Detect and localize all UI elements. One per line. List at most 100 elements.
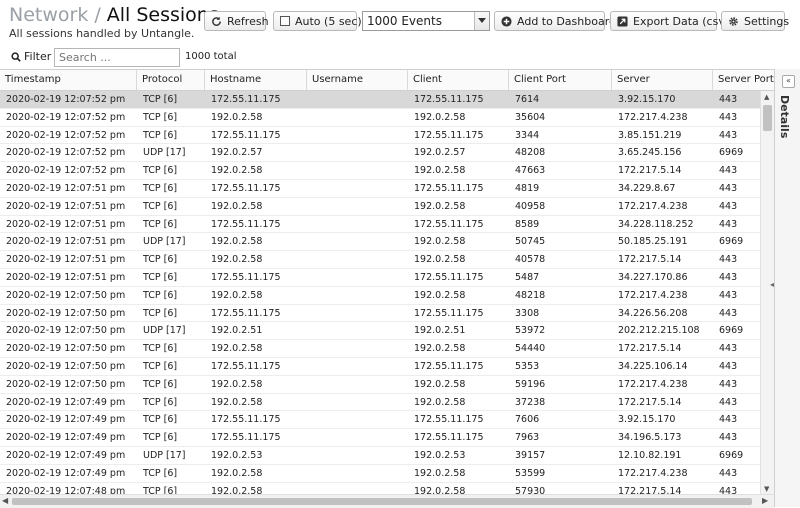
cell-client-port: 40958	[515, 200, 546, 212]
cell-timestamp: 2020-02-19 12:07:51 pm	[6, 236, 126, 248]
export-icon	[617, 15, 628, 27]
cell-hostname: 192.0.2.58	[211, 236, 263, 248]
cell-protocol: UDP [17]	[143, 325, 186, 337]
auto-refresh-label: Auto (5 sec)	[295, 14, 362, 28]
settings-button-label: Settings	[744, 14, 790, 28]
cell-timestamp: 2020-02-19 12:07:49 pm	[6, 432, 126, 444]
breadcrumb-network-link[interactable]: Network	[9, 4, 88, 26]
cell-server: 172.217.5.14	[618, 165, 682, 177]
cell-server: 50.185.25.191	[618, 236, 688, 248]
cell-username	[307, 465, 408, 482]
refresh-button-label: Refresh	[227, 14, 269, 28]
add-to-dashboard-button[interactable]: Add to Dashboard	[494, 11, 616, 31]
cell-hostname: 172.55.11.175	[211, 432, 281, 444]
chevron-down-icon[interactable]	[474, 12, 489, 30]
details-panel-title: Details	[778, 95, 791, 139]
cell-username	[307, 447, 408, 464]
scroll-right-icon[interactable]: ▶	[762, 496, 768, 505]
filter-search-input[interactable]	[54, 48, 180, 67]
vertical-scroll-thumb[interactable]	[763, 105, 772, 131]
table-row[interactable]: 2020-02-19 12:07:49 pm TCP [6] 172.55.11.1…	[0, 429, 760, 447]
table-row[interactable]: 2020-02-19 12:07:49 pm UDP [17] 192.0.2.53…	[0, 447, 760, 465]
table-row[interactable]: 2020-02-19 12:07:50 pm TCP [6] 172.55.11.1…	[0, 358, 760, 376]
cell-client: 172.55.11.175	[414, 94, 484, 105]
column-header-client[interactable]: Client	[408, 70, 509, 90]
cell-username	[307, 322, 408, 339]
auto-refresh-toggle[interactable]: Auto (5 sec)	[273, 11, 362, 31]
cell-server: 172.217.4.238	[618, 111, 688, 123]
table-row[interactable]: 2020-02-19 12:07:51 pm TCP [6] 172.55.11.1…	[0, 216, 760, 234]
table-row[interactable]: 2020-02-19 12:07:51 pm UDP [17] 192.0.2.58…	[0, 233, 760, 252]
table-row[interactable]: 2020-02-19 12:07:51 pm TCP [6] 172.55.11.1…	[0, 269, 760, 287]
cell-server-port: 443	[719, 200, 738, 212]
events-limit-select[interactable]: 1000 Events	[362, 11, 490, 31]
cell-client: 192.0.2.58	[414, 200, 466, 212]
table-row[interactable]: 2020-02-19 12:07:50 pm TCP [6] 192.0.2.58 1…	[0, 340, 760, 358]
cell-client: 192.0.2.58	[414, 236, 466, 248]
table-row[interactable]: 2020-02-19 12:07:50 pm TCP [6] 172.55.11.1…	[0, 305, 760, 323]
table-row[interactable]: 2020-02-19 12:07:49 pm TCP [6] 192.0.2.58 1…	[0, 394, 760, 412]
grid-header: Timestamp Protocol Hostname Username Cli…	[0, 70, 774, 91]
cell-protocol: TCP [6]	[143, 343, 178, 355]
cell-server-port: 6969	[719, 325, 744, 337]
horizontal-scroll-thumb[interactable]	[12, 498, 752, 505]
table-row[interactable]: 2020-02-19 12:07:51 pm TCP [6] 172.55.11.1…	[0, 180, 760, 198]
table-row[interactable]: 2020-02-19 12:07:52 pm TCP [6] 192.0.2.58 1…	[0, 109, 760, 127]
column-header-hostname[interactable]: Hostname	[205, 70, 307, 90]
table-row[interactable]: 2020-02-19 12:07:52 pm UDP [17] 192.0.2.57…	[0, 144, 760, 163]
table-row[interactable]: 2020-02-19 12:07:52 pm TCP [6] 172.55.11.1…	[0, 127, 760, 145]
page-title: All Sessions	[106, 4, 219, 26]
cell-server: 172.217.5.14	[618, 396, 682, 408]
cell-timestamp: 2020-02-19 12:07:52 pm	[6, 165, 126, 177]
cell-server-port: 443	[719, 289, 738, 301]
cell-protocol: TCP [6]	[143, 414, 178, 426]
refresh-button[interactable]: Refresh	[204, 11, 269, 31]
table-row[interactable]: 2020-02-19 12:07:52 pm TCP [6] 172.55.11.1…	[0, 91, 760, 109]
cell-timestamp: 2020-02-19 12:07:51 pm	[6, 272, 126, 283]
cell-client: 192.0.2.53	[414, 450, 466, 461]
cell-username	[307, 394, 408, 411]
cell-client-port: 48218	[515, 289, 546, 301]
column-header-server-port[interactable]: Server Port	[713, 70, 774, 90]
cell-client: 192.0.2.58	[414, 467, 466, 479]
cell-username	[307, 91, 408, 108]
cell-server: 172.217.5.14	[618, 343, 682, 355]
table-row[interactable]: 2020-02-19 12:07:52 pm TCP [6] 192.0.2.58 1…	[0, 162, 760, 180]
expand-details-icon[interactable]: «	[782, 75, 795, 88]
cell-protocol: TCP [6]	[143, 307, 178, 319]
table-row[interactable]: 2020-02-19 12:07:51 pm TCP [6] 192.0.2.58 1…	[0, 198, 760, 216]
table-row[interactable]: 2020-02-19 12:07:50 pm UDP [17] 192.0.2.51…	[0, 322, 760, 341]
cell-server-port: 6969	[719, 236, 744, 248]
cell-timestamp: 2020-02-19 12:07:49 pm	[6, 450, 126, 461]
cell-hostname: 192.0.2.53	[211, 450, 263, 461]
table-row[interactable]: 2020-02-19 12:07:49 pm TCP [6] 172.55.11.1…	[0, 411, 760, 430]
export-data-label: Export Data (csv)	[633, 14, 730, 28]
table-row[interactable]: 2020-02-19 12:07:49 pm TCP [6] 192.0.2.58 1…	[0, 465, 760, 483]
cell-client-port: 8589	[515, 218, 540, 230]
details-panel[interactable]: « Details	[774, 69, 800, 507]
cell-protocol: TCP [6]	[143, 183, 178, 194]
cell-protocol: TCP [6]	[143, 272, 178, 283]
table-row[interactable]: 2020-02-19 12:07:51 pm TCP [6] 192.0.2.58 1…	[0, 251, 760, 269]
column-header-server[interactable]: Server	[612, 70, 713, 90]
vertical-scrollbar[interactable]: ▲ ▼	[760, 91, 774, 495]
column-header-username[interactable]: Username	[307, 70, 408, 90]
table-row[interactable]: 2020-02-19 12:07:50 pm TCP [6] 192.0.2.58 1…	[0, 287, 760, 305]
cell-server: 34.196.5.173	[618, 432, 682, 444]
horizontal-scrollbar[interactable]: ◀ ▶	[0, 494, 774, 508]
scroll-up-icon[interactable]: ▲	[764, 93, 769, 101]
cell-server-port: 443	[719, 414, 738, 426]
table-row[interactable]: 2020-02-19 12:07:50 pm TCP [6] 192.0.2.58 1…	[0, 376, 760, 394]
cell-hostname: 192.0.2.58	[211, 111, 263, 123]
column-header-client-port[interactable]: Client Port	[509, 70, 612, 90]
export-data-button[interactable]: Export Data (csv)	[610, 11, 729, 31]
column-header-timestamp[interactable]: Timestamp	[0, 70, 137, 90]
cell-timestamp: 2020-02-19 12:07:50 pm	[6, 325, 126, 337]
cell-timestamp: 2020-02-19 12:07:50 pm	[6, 289, 126, 301]
column-header-protocol[interactable]: Protocol	[137, 70, 205, 90]
settings-button[interactable]: Settings	[721, 11, 789, 31]
scroll-down-icon[interactable]: ▼	[764, 485, 769, 493]
scroll-left-icon[interactable]: ◀	[2, 496, 8, 505]
cell-hostname: 172.55.11.175	[211, 272, 281, 283]
cell-server: 172.217.4.238	[618, 289, 688, 301]
